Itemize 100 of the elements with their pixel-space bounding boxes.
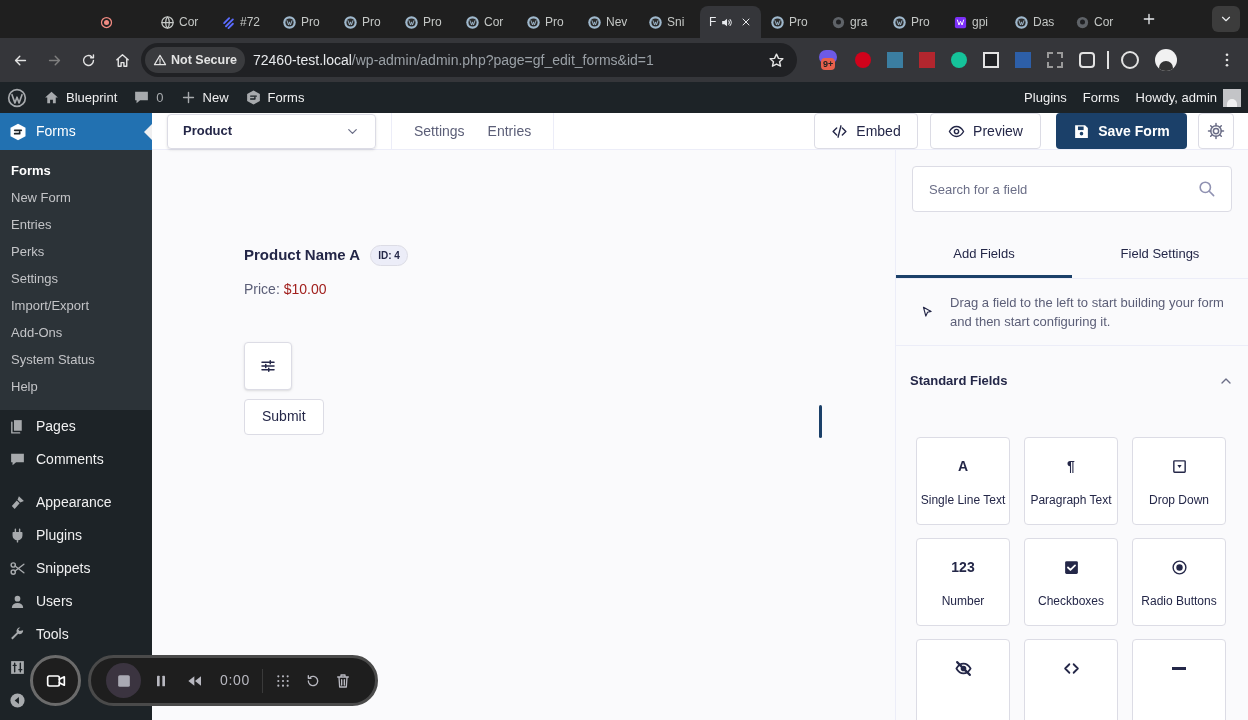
forms-icon (244, 89, 262, 106)
search-field[interactable]: Search for a field (912, 166, 1232, 212)
browser-tab[interactable]: Cor (1066, 6, 1127, 38)
field-tile[interactable] (916, 639, 1010, 720)
sidebar-menu-item[interactable]: Pages (0, 410, 152, 443)
site-link[interactable]: Blueprint (43, 87, 118, 108)
browser-tab[interactable]: gpi (944, 6, 1005, 38)
field-tile[interactable]: A Single Line Text (916, 437, 1010, 525)
submenu-item[interactable]: Settings (0, 265, 152, 292)
field-tile[interactable] (1132, 639, 1226, 720)
panel-tab[interactable]: Add Fields (896, 232, 1072, 278)
forms-icon (8, 121, 28, 142)
submenu-item[interactable]: Entries (0, 211, 152, 238)
wordpress-icon[interactable] (7, 87, 27, 108)
user-icon (9, 593, 26, 610)
wordpress-icon (587, 14, 602, 30)
submenu-item[interactable]: System Status (0, 346, 152, 373)
browser-tab[interactable]: Pro (273, 6, 334, 38)
field-type-icon: ¶ (1067, 456, 1075, 476)
panel-tab[interactable]: Field Settings (1072, 232, 1248, 278)
browser-tab[interactable]: Pro (395, 6, 456, 38)
drop-indicator (819, 405, 822, 438)
submenu-item[interactable]: Add-Ons (0, 319, 152, 346)
help-text: Drag a field to the left to start building your form and then start configuring it. (950, 294, 1224, 331)
sidebar-menu-item[interactable]: Appearance (0, 486, 152, 519)
submenu-item[interactable]: New Form (0, 184, 152, 211)
checkbox-icon (1062, 558, 1080, 576)
avatar[interactable] (1155, 49, 1177, 71)
forms-link[interactable]: Forms (244, 87, 305, 108)
account-link[interactable]: Howdy, admin (1135, 87, 1241, 108)
browser-tab[interactable]: #72 (212, 6, 273, 38)
field-tile[interactable]: Checkboxes (1024, 538, 1118, 626)
browser-tab[interactable]: Cor (151, 6, 212, 38)
sidebar-menu-item[interactable]: Snippets (0, 552, 152, 585)
section-header[interactable]: Standard Fields (896, 366, 1248, 396)
trash-icon[interactable] (335, 672, 352, 689)
extension-icon[interactable] (951, 52, 967, 68)
wordpress-icon (892, 14, 907, 30)
browser-tab[interactable]: F (700, 6, 761, 38)
admin-bar-link[interactable]: Forms (1082, 87, 1120, 108)
wordpress-icon (282, 14, 297, 30)
browser-tab[interactable]: gra (822, 6, 883, 38)
sidebar-menu-item[interactable]: Tools (0, 618, 152, 651)
sidebar-menu-item[interactable]: Forms (0, 113, 152, 150)
field-type-icon: 123 (951, 557, 975, 577)
scissors-icon (9, 560, 26, 577)
submenu-item[interactable]: Import/Export (0, 292, 152, 319)
security-chip[interactable]: Not Secure (145, 47, 245, 73)
puzzle-icon[interactable] (1079, 52, 1095, 68)
save-button[interactable]: Save Form (1056, 113, 1187, 149)
browser-tab[interactable]: Pro (517, 6, 578, 38)
browser-tab[interactable]: Pro (883, 6, 944, 38)
sidebar-menu-item[interactable]: Plugins (0, 519, 152, 552)
toolbar-link[interactable]: Entries (487, 120, 532, 142)
wordpress-icon (648, 14, 663, 30)
wordpress-icon (1014, 14, 1029, 30)
settings-toggle-button[interactable] (244, 341, 292, 390)
timer-text: 0:00 (220, 671, 251, 690)
reload-icon[interactable] (80, 51, 97, 69)
stripes-icon (221, 14, 236, 30)
browser-tab[interactable]: Sni (639, 6, 700, 38)
field-tile[interactable]: Drop Down (1132, 437, 1226, 525)
submenu-item[interactable]: Forms (0, 157, 152, 184)
form-select[interactable]: Product (167, 113, 376, 149)
field-tile[interactable] (1024, 639, 1118, 720)
new-link[interactable]: New (179, 87, 229, 108)
admin-bar-link[interactable]: Plugins (1024, 87, 1067, 108)
plus-icon[interactable] (1141, 11, 1157, 27)
browser-tab[interactable]: Pro (761, 6, 822, 38)
browser-tab[interactable]: Pro (334, 6, 395, 38)
avatar (1223, 88, 1241, 107)
browser-tab[interactable]: Das (1005, 6, 1066, 38)
submit-button[interactable]: Submit (244, 398, 324, 435)
code-icon (831, 122, 849, 140)
close-icon[interactable] (740, 16, 752, 28)
star-icon[interactable] (768, 51, 785, 69)
search-icon (1197, 179, 1216, 198)
dropdown-icon (1170, 457, 1188, 475)
field-tile[interactable]: Radio Buttons (1132, 538, 1226, 626)
toolbar-link[interactable]: Settings (414, 120, 465, 142)
browser-tab[interactable]: Nev (578, 6, 639, 38)
field-tile[interactable]: ¶ Paragraph Text (1024, 437, 1118, 525)
comments-link[interactable]: 0 (133, 87, 164, 108)
tab-search-button[interactable] (1212, 6, 1240, 32)
record-icon (99, 14, 114, 30)
home-icon[interactable] (114, 51, 131, 69)
stop-button[interactable] (106, 663, 141, 698)
grid-icon[interactable] (275, 672, 292, 689)
settings-button[interactable] (1198, 113, 1234, 149)
preview-button[interactable]: Preview (930, 113, 1041, 149)
address-bar[interactable]: Not Secure 72460-test.local/wp-admin/admin.php?page=gf_edit_forms&id=1 (141, 43, 797, 77)
embed-button[interactable]: Embed (814, 113, 918, 149)
submenu-item[interactable]: Perks (0, 238, 152, 265)
sidebar-menu-item[interactable]: Comments (0, 443, 152, 476)
submenu-item[interactable]: Help (0, 373, 152, 400)
browser-tab[interactable]: Cor (456, 6, 517, 38)
field-type-icon: A (957, 456, 969, 476)
field-tile[interactable]: 123 Number (916, 538, 1010, 626)
collapse-icon (9, 692, 26, 709)
sidebar-menu-item[interactable]: Users (0, 585, 152, 618)
